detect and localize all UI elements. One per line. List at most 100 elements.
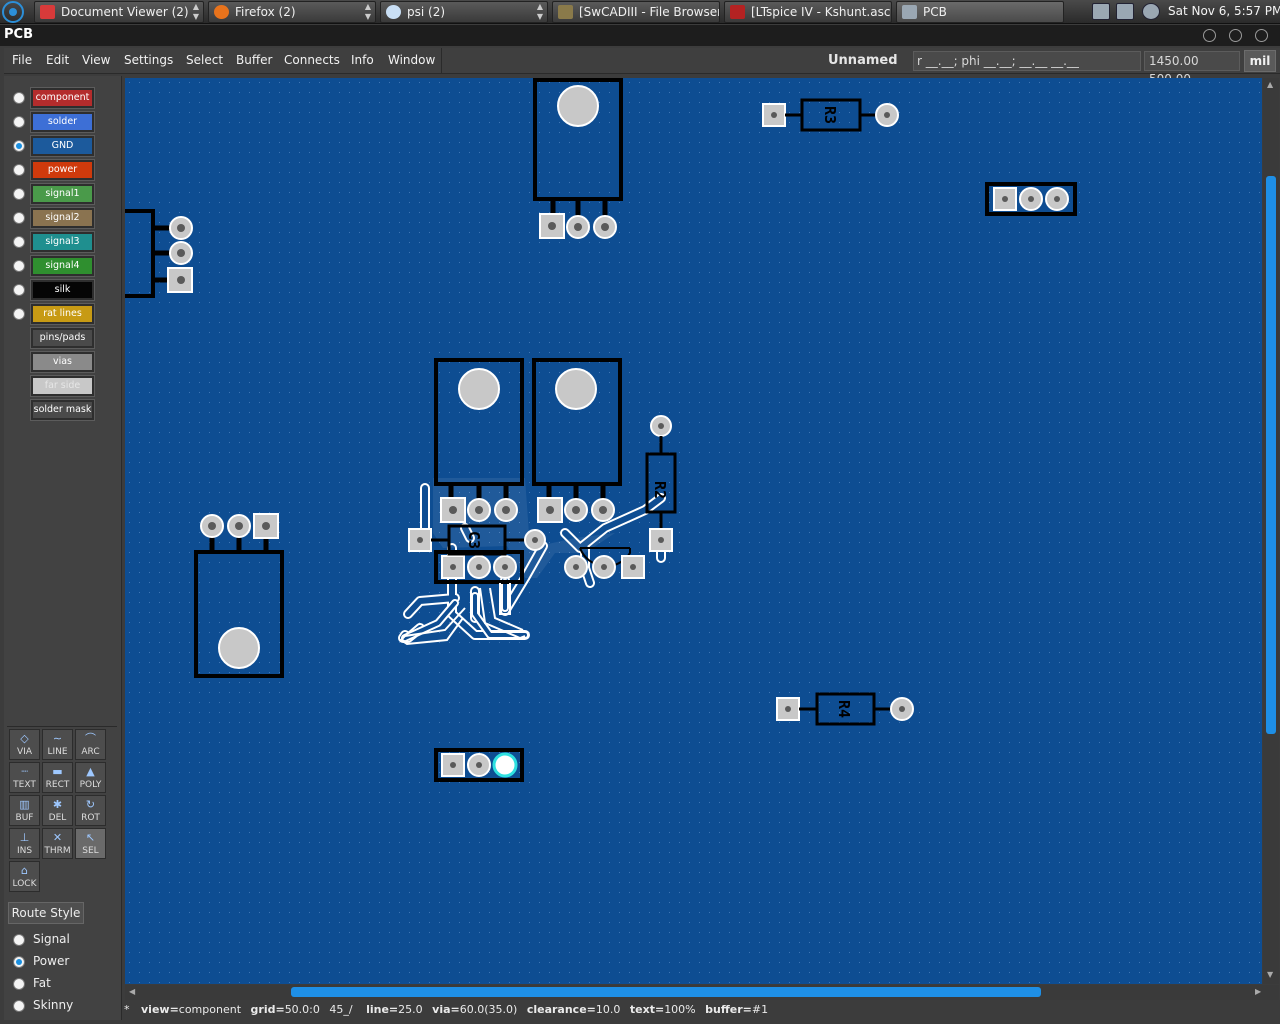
vertical-scrollbar[interactable]: ▲ ▼ — [1263, 78, 1279, 984]
header-top-right[interactable] — [985, 182, 1077, 216]
pcb-canvas[interactable]: R3 R4 R2 C3 — [125, 78, 1262, 984]
rect-tool-button[interactable]: ▬ RECT — [42, 762, 73, 793]
delete-tool-icon: ✱ — [52, 798, 63, 811]
menu-info[interactable]: Info — [351, 53, 374, 67]
network-icon[interactable] — [1116, 3, 1134, 20]
window-titlebar: PCB — [0, 25, 1280, 46]
layer-radio-rat-lines[interactable] — [13, 308, 25, 320]
board-drawing[interactable]: R3 R4 R2 C3 — [125, 78, 1262, 984]
thrm-tool-button[interactable]: ✕ THRM — [42, 828, 73, 859]
vertical-scroll-thumb[interactable] — [1266, 176, 1276, 734]
route-style-label-skinny[interactable]: Skinny — [33, 998, 73, 1012]
menu-file[interactable]: File — [12, 53, 32, 67]
layer-button-signal3[interactable]: signal3 — [30, 231, 95, 253]
task-psi[interactable]: psi (2) ▲ ▼ — [380, 1, 548, 23]
task-document-viewer[interactable]: Document Viewer (2) ▲ ▼ — [34, 1, 204, 23]
route-style-radio-fat[interactable] — [13, 978, 25, 990]
route-style-radio-skinny[interactable] — [13, 1000, 25, 1012]
via-tool-button[interactable]: ◇ VIA — [9, 729, 40, 760]
menu-view[interactable]: View — [82, 53, 110, 67]
silk-label-c3: C3 — [465, 531, 483, 549]
lock-tool-button[interactable]: ⌂ LOCK — [9, 861, 40, 892]
layer-button-rat-lines[interactable]: rat lines — [30, 303, 95, 325]
layer-button-far-side[interactable]: far side — [30, 375, 95, 397]
layer-radio-gnd[interactable] — [13, 140, 25, 152]
layer-radio-signal1[interactable] — [13, 188, 25, 200]
menu-connects[interactable]: Connects — [284, 53, 340, 67]
sel-tool-button[interactable]: ↖ SEL — [75, 828, 106, 859]
menu-settings[interactable]: Settings — [124, 53, 173, 67]
status-buffer-label: buffer= — [705, 1003, 752, 1016]
layer-button-signal4[interactable]: signal4 — [30, 255, 95, 277]
maximize-button[interactable] — [1229, 29, 1242, 42]
tool-label: THRM — [44, 846, 71, 856]
layer-radio-solder[interactable] — [13, 116, 25, 128]
menu-buffer[interactable]: Buffer — [236, 53, 272, 67]
route-style-label-signal[interactable]: Signal — [33, 932, 70, 946]
layer-radio-silk[interactable] — [13, 284, 25, 296]
layer-button-signal2[interactable]: signal2 — [30, 207, 95, 229]
layer-radio-component[interactable] — [13, 92, 25, 104]
route-style-button[interactable]: Route Style — [8, 902, 84, 924]
unit-toggle-button[interactable]: mil — [1244, 50, 1276, 72]
scroll-right-arrow-icon[interactable]: ▶ — [1255, 987, 1261, 996]
layer-button-silk[interactable]: silk — [30, 279, 95, 301]
minimize-button[interactable] — [1203, 29, 1216, 42]
menu-edit[interactable]: Edit — [46, 53, 69, 67]
horizontal-scroll-thumb[interactable] — [291, 987, 1041, 997]
layer-button-vias[interactable]: vias — [30, 351, 95, 373]
route-style-radio-signal[interactable] — [13, 934, 25, 946]
close-button[interactable] — [1255, 29, 1268, 42]
layer-button-power[interactable]: power — [30, 159, 95, 181]
scroll-left-arrow-icon[interactable]: ◀ — [129, 987, 135, 996]
header-center[interactable] — [434, 550, 524, 584]
tool-label: LINE — [47, 747, 68, 757]
tool-label: RECT — [45, 780, 70, 790]
buf-tool-button[interactable]: ▥ BUF — [9, 795, 40, 826]
layer-radio-power[interactable] — [13, 164, 25, 176]
layer-button-solder-mask[interactable]: solder mask — [30, 399, 95, 421]
layer-button-gnd[interactable]: GND — [30, 135, 95, 157]
system-menu-icon[interactable] — [2, 1, 24, 23]
status-line-value: 25.0 — [398, 1003, 423, 1016]
layer-button-pins-pads[interactable]: pins/pads — [30, 327, 95, 349]
route-style-label-power[interactable]: Power — [33, 954, 69, 968]
layer-radio-signal2[interactable] — [13, 212, 25, 224]
clock[interactable]: Sat Nov 6, 5:57 PM — [1168, 4, 1280, 18]
layer-radio-signal4[interactable] — [13, 260, 25, 272]
horizontal-scrollbar[interactable]: ◀ ▶ — [125, 985, 1279, 1000]
header-bottom[interactable] — [434, 748, 524, 782]
scroll-down-arrow-icon[interactable]: ▼ — [1267, 970, 1273, 979]
ins-tool-button[interactable]: ⊥ INS — [9, 828, 40, 859]
scroll-up-arrow-icon[interactable]: ▲ — [1267, 80, 1273, 89]
task-arrows-icon: ▲ ▼ — [192, 2, 199, 21]
menu-window[interactable]: Window — [388, 53, 435, 67]
task-swcad-file-browser[interactable]: [SwCADIII - File Browser] — [552, 1, 720, 23]
route-style-label-fat[interactable]: Fat — [33, 976, 51, 990]
mail-icon[interactable] — [1092, 3, 1110, 20]
poly-tool-button[interactable]: ▲ POLY — [75, 762, 106, 793]
task-pcb[interactable]: PCB — [896, 1, 1064, 23]
menu-select[interactable]: Select — [186, 53, 223, 67]
layer-button-solder[interactable]: solder — [30, 111, 95, 133]
window-title: PCB — [4, 27, 33, 42]
arc-tool-button[interactable]: ⌒ ARC — [75, 729, 106, 760]
del-tool-button[interactable]: ✱ DEL — [42, 795, 73, 826]
task-firefox[interactable]: Firefox (2) ▲ ▼ — [208, 1, 376, 23]
tool-label: ROT — [81, 813, 100, 823]
layer-button-component[interactable]: component — [30, 87, 95, 109]
task-label: [LTspice IV - Kshunt.asc] — [751, 5, 892, 19]
route-style-radio-power[interactable] — [13, 956, 25, 968]
clock-applet-icon[interactable] — [1142, 3, 1160, 20]
layer-button-signal1[interactable]: signal1 — [30, 183, 95, 205]
menu-list: File Edit View Settings Select Buffer Co… — [4, 48, 442, 74]
text-tool-button[interactable]: ┈ TEXT — [9, 762, 40, 793]
psi-chat-icon — [386, 5, 401, 19]
rot-tool-button[interactable]: ↻ ROT — [75, 795, 106, 826]
task-ltspice[interactable]: [LTspice IV - Kshunt.asc] — [724, 1, 892, 23]
line-tool-button[interactable]: ∼ LINE — [42, 729, 73, 760]
tool-label: DEL — [48, 813, 67, 823]
layer-radio-signal3[interactable] — [13, 236, 25, 248]
via-tool-icon: ◇ — [20, 732, 29, 745]
thermal-tool-icon: ✕ — [52, 831, 63, 844]
